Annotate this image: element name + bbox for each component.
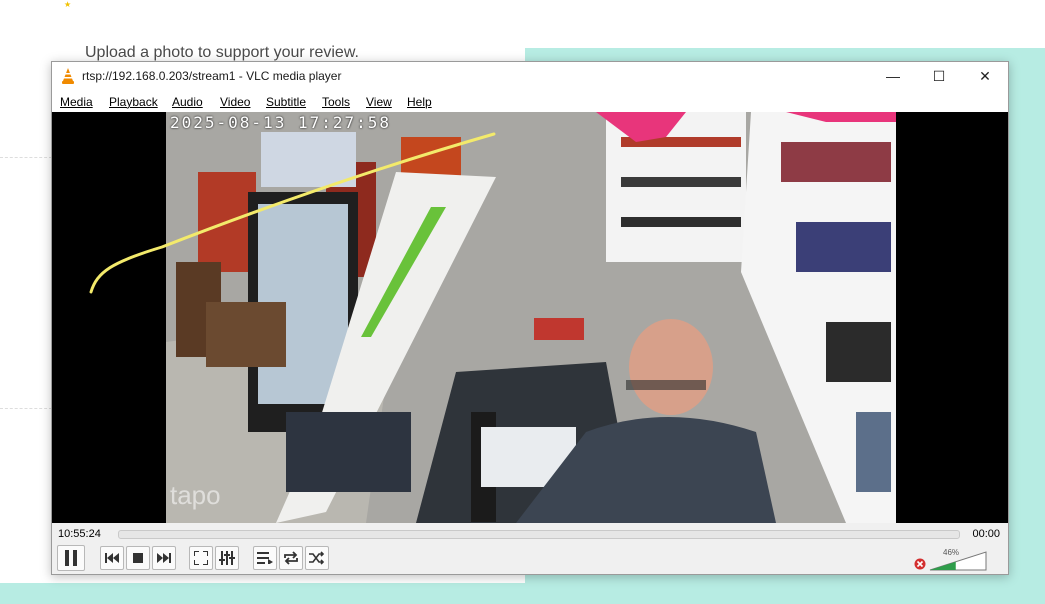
shuffle-button[interactable]	[305, 546, 329, 570]
maximize-button[interactable]: ☐	[916, 62, 962, 90]
window-title: rtsp://192.168.0.203/stream1 - VLC media…	[82, 69, 342, 83]
menu-tools[interactable]: Tools	[322, 95, 350, 109]
rating-star-icon: ★	[64, 0, 72, 9]
background-divider	[0, 157, 52, 158]
previous-button[interactable]	[100, 546, 124, 570]
vlc-cone-icon	[62, 68, 74, 84]
menu-subtitle[interactable]: Subtitle	[266, 95, 306, 109]
fullscreen-button[interactable]	[189, 546, 213, 570]
maximize-icon: ☐	[932, 67, 946, 84]
volume-control[interactable]: 46%	[914, 548, 990, 572]
menu-playback[interactable]: Playback	[109, 95, 158, 109]
pause-button[interactable]	[57, 545, 85, 571]
menu-media[interactable]: Media	[60, 95, 93, 109]
yellow-scribble-annotation	[89, 132, 496, 294]
previous-icon	[105, 553, 119, 563]
pause-icon	[65, 550, 77, 566]
seek-row: 10:55:24 00:00	[52, 524, 1008, 544]
shuffle-icon	[309, 551, 325, 565]
title-bar[interactable]: rtsp://192.168.0.203/stream1 - VLC media…	[52, 62, 1008, 90]
equalizer-icon	[219, 551, 235, 565]
minimize-icon: —	[886, 68, 900, 84]
upload-hint-text: Upload a photo to support your review.	[85, 44, 359, 61]
extended-settings-button[interactable]	[215, 546, 239, 570]
loop-button[interactable]	[279, 546, 303, 570]
background-divider	[0, 408, 52, 409]
video-area[interactable]: 2025-08-13 17:27:58 tapo	[52, 112, 1008, 523]
next-button[interactable]	[152, 546, 176, 570]
menu-video[interactable]: Video	[220, 95, 250, 109]
seek-bar[interactable]	[118, 530, 960, 539]
stop-icon	[133, 553, 143, 563]
total-time: 00:00	[972, 528, 1000, 540]
vlc-window: rtsp://192.168.0.203/stream1 - VLC media…	[51, 61, 1009, 575]
minimize-button[interactable]: —	[870, 62, 916, 90]
playlist-button[interactable]	[253, 546, 277, 570]
close-icon: ✕	[979, 67, 991, 84]
background-footer	[0, 583, 1045, 604]
volume-track[interactable]	[929, 551, 987, 571]
close-button[interactable]: ✕	[962, 62, 1008, 90]
menu-view[interactable]: View	[366, 95, 392, 109]
menu-audio[interactable]: Audio	[172, 95, 203, 109]
elapsed-time: 10:55:24	[58, 528, 101, 540]
menu-help[interactable]: Help	[407, 95, 432, 109]
playlist-icon	[257, 552, 273, 564]
stop-button[interactable]	[126, 546, 150, 570]
fullscreen-icon	[194, 551, 208, 565]
menu-bar: Media Playback Audio Video Subtitle Tool…	[52, 90, 1008, 112]
loop-icon	[284, 551, 298, 565]
volume-slider[interactable]	[914, 548, 990, 572]
next-icon	[157, 553, 171, 563]
